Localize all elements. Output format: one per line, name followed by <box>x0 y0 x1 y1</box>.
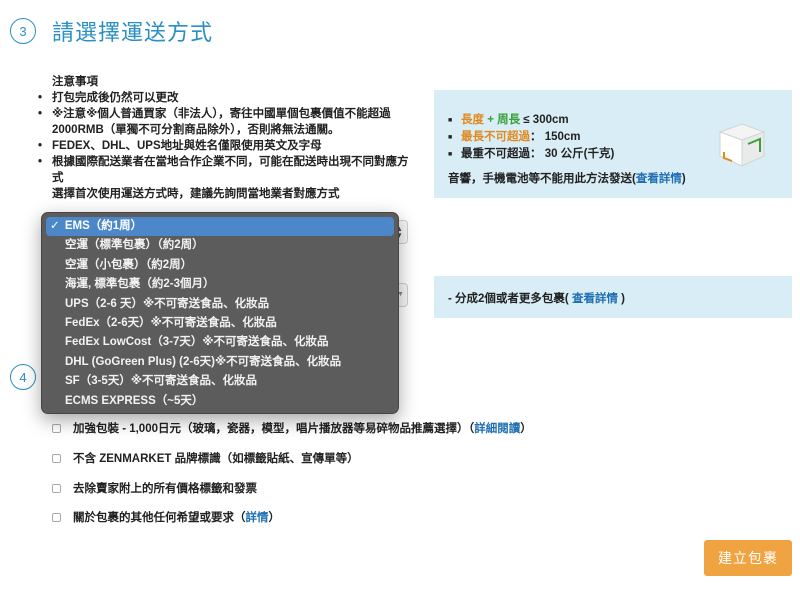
girth-label: 周長 <box>497 114 521 126</box>
dropdown-option[interactable]: SF（3-5天）※不可寄送食品、化妝品 <box>46 372 394 391</box>
dropdown-option[interactable]: FedEx LowCost（3-7天）※不可寄送食品、化妝品 <box>46 333 394 352</box>
step-3-badge: 3 <box>10 18 36 44</box>
open-box-icon <box>718 123 766 167</box>
split-info-text: - 分成2個或者更多包裹( 查看詳情 ) <box>448 290 625 306</box>
dropdown-option[interactable]: 空運（小包裹）（約2周） <box>46 256 394 275</box>
notes-item: 打包完成後仍然可以更改 <box>38 90 418 106</box>
max-length-line: 最長不可超過： 150cm <box>448 129 614 146</box>
option-label-end: ） <box>520 423 532 435</box>
notes-title: 注意事項 <box>52 76 98 88</box>
page-title: 請選擇運送方式 <box>52 20 214 45</box>
notes-item: ※注意※個人普通買家（非法人），寄往中國單個包裹價值不能超過2000RMB（單獨… <box>38 106 418 138</box>
notes-extra: 選擇首次使用運送方式時，建議先詢問當地業者對應方式 <box>52 188 340 200</box>
step-4-badge: 4 <box>10 364 36 390</box>
read-more-link[interactable]: 詳細閱讀 <box>474 423 520 435</box>
dropdown-option[interactable]: FedEx（2-6天）※不可寄送食品、化妝品 <box>46 314 394 333</box>
max-length-label: 最長不可超過 <box>461 131 530 143</box>
length-label: 長度 <box>461 114 484 126</box>
notes-item: FEDEX、DHL、UPS地址與姓名僅限使用英文及字母 <box>38 138 418 154</box>
size-limit-value: ≤ 300cm <box>520 114 569 126</box>
dropdown-option[interactable]: UPS（2-6 天）※不可寄送食品、化妝品 <box>46 295 394 314</box>
restriction-text-end: ) <box>681 173 686 185</box>
restriction-note: 音響，手機電池等不能用此方法發送(查看詳情) <box>448 170 686 186</box>
option-label-end: ） <box>268 512 281 524</box>
max-weight-line: 最重不可超過： 30 公斤(千克) <box>448 146 614 163</box>
option-label: 加強包裝 - 1,000日元（玻璃，瓷器，模型，唱片播放器等易碎物品推薦選擇）（ <box>73 423 475 435</box>
restriction-text: 音響，手機電池等不能用此方法發送( <box>448 173 636 185</box>
restriction-details-link[interactable]: 查看詳情 <box>636 173 682 185</box>
split-info-box: - 分成2個或者更多包裹( 查看詳情 ) <box>434 276 792 318</box>
create-package-button[interactable]: 建立包裹 <box>704 540 792 576</box>
dropdown-option[interactable]: 空運（標準包裹）（約2周） <box>46 236 394 255</box>
max-length-value: ： 150cm <box>530 131 581 143</box>
option-label: 關於包裹的其他任何希望或要求（ <box>73 512 246 524</box>
option-label: 不含 ZENMARKET 品牌標識（如標籤貼紙、宣傳單等） <box>73 453 359 465</box>
option-reinforced-packing[interactable]: 加強包裝 - 1,000日元（玻璃，瓷器，模型，唱片播放器等易碎物品推薦選擇）（… <box>52 420 532 436</box>
option-text: EMS（約1周） <box>64 220 143 232</box>
size-limit-line: 長度 + 周長 ≤ 300cm <box>448 112 614 129</box>
checkbox-icon[interactable] <box>52 424 61 433</box>
split-text-end: ) <box>617 293 625 305</box>
checkmark-icon: ✓ <box>50 220 60 232</box>
dropdown-option[interactable]: 海運, 標準包裹（約2-3個月） <box>46 275 394 294</box>
split-text: - 分成2個或者更多包裹( <box>448 293 572 305</box>
checkbox-icon[interactable] <box>52 513 61 522</box>
plus-sign: + <box>484 114 498 126</box>
option-other-requests[interactable]: 關於包裹的其他任何希望或要求（詳情） <box>52 509 280 525</box>
option-remove-price-tags[interactable]: 去除賣家附上的所有價格標籤和發票 <box>52 480 257 496</box>
dropdown-option-ems[interactable]: ✓ EMS（約1周） <box>46 217 394 237</box>
shipping-method-dropdown[interactable]: ✓ EMS（約1周） 空運（標準包裹）（約2周） 空運（小包裹）（約2周） 海運… <box>41 212 399 414</box>
option-label: 去除賣家附上的所有價格標籤和發票 <box>73 483 257 495</box>
dropdown-option[interactable]: ECMS EXPRESS（~5天） <box>46 392 394 411</box>
size-info-box: 長度 + 周長 ≤ 300cm 最長不可超過： 150cm 最重不可超過： 30… <box>434 90 792 198</box>
notes-section: 注意事項 打包完成後仍然可以更改 ※注意※個人普通買家（非法人），寄往中國單個包… <box>38 74 418 202</box>
checkbox-icon[interactable] <box>52 454 61 463</box>
split-details-link[interactable]: 查看詳情 <box>572 293 618 305</box>
checkbox-icon[interactable] <box>52 484 61 493</box>
details-link[interactable]: 詳情 <box>246 512 269 524</box>
option-no-branding[interactable]: 不含 ZENMARKET 品牌標識（如標籤貼紙、宣傳單等） <box>52 450 359 466</box>
dropdown-option[interactable]: DHL (GoGreen Plus) (2-6天)※不可寄送食品、化妝品 <box>46 353 394 372</box>
notes-item: 根據國際配送業者在當地合作企業不同，可能在配送時出現不同對應方式 <box>38 154 418 186</box>
